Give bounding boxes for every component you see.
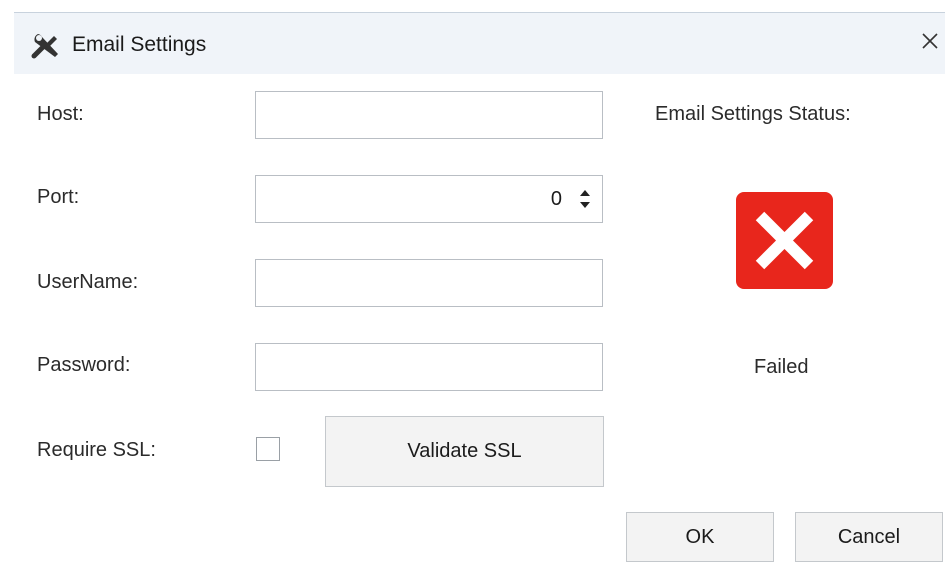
ok-button[interactable]: OK	[626, 512, 774, 562]
spinner-icon[interactable]	[578, 186, 592, 212]
host-label: Host:	[37, 103, 84, 125]
status-text: Failed	[754, 356, 809, 378]
validate-ssl-button[interactable]: Validate SSL	[325, 416, 604, 487]
ok-label: OK	[685, 525, 715, 548]
username-label: UserName:	[37, 271, 139, 293]
window-title: Email Settings	[72, 33, 207, 56]
host-field-box	[255, 91, 603, 139]
wrench-screwdriver-icon	[30, 30, 60, 60]
ssl-label: Require SSL:	[37, 439, 156, 461]
password-field-box	[255, 343, 603, 391]
host-input[interactable]	[256, 92, 602, 138]
password-label: Password:	[37, 354, 131, 376]
username-input[interactable]	[256, 260, 602, 306]
username-field-box	[255, 259, 603, 307]
port-value: 0	[550, 188, 562, 210]
cancel-button[interactable]: Cancel	[795, 512, 943, 562]
status-title: Email Settings Status:	[655, 103, 851, 125]
port-stepper[interactable]: 0	[255, 175, 603, 223]
require-ssl-checkbox[interactable]	[256, 437, 280, 461]
validate-ssl-label: Validate SSL	[407, 440, 522, 462]
close-icon	[920, 31, 940, 56]
error-x-icon	[736, 192, 833, 289]
title-bar: Email Settings	[14, 12, 945, 74]
close-button[interactable]	[915, 27, 945, 59]
password-input[interactable]	[256, 344, 602, 390]
cancel-label: Cancel	[837, 525, 901, 548]
port-label: Port:	[37, 186, 80, 208]
